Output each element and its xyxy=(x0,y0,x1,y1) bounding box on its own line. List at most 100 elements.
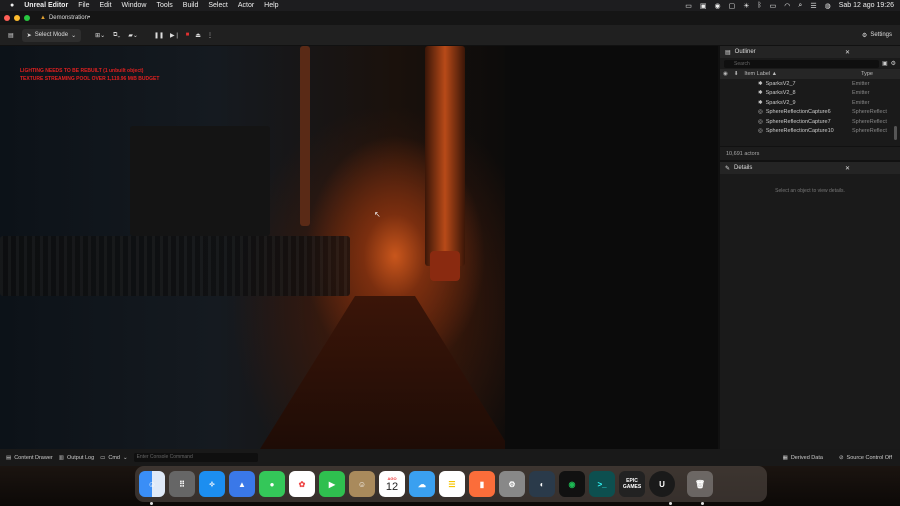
corridor-floor xyxy=(260,296,510,449)
console-command-input[interactable]: Enter Console Command xyxy=(133,453,258,462)
siri-icon[interactable]: ◍ xyxy=(825,2,831,10)
save-icon[interactable]: ▤ xyxy=(8,32,14,39)
close-icon[interactable]: ✕ xyxy=(845,49,850,56)
spotify-icon[interactable]: ◉ xyxy=(559,471,585,497)
outliner-scrollbar[interactable] xyxy=(894,126,897,140)
messages-icon[interactable]: ● xyxy=(259,471,285,497)
calendar-icon[interactable]: AGO 12 xyxy=(379,471,405,497)
menu-select[interactable]: Select xyxy=(208,2,227,9)
row-type: SphereReflect xyxy=(852,128,887,135)
column-type[interactable]: Type xyxy=(861,71,873,77)
outliner-icon: ▤ xyxy=(725,49,731,56)
cmd-dropdown[interactable]: ▭ Cmd ⌄ xyxy=(100,455,127,461)
orange-pipe xyxy=(425,46,465,266)
column-item-label[interactable]: Item Label ▲ xyxy=(744,71,777,77)
select-mode-dropdown[interactable]: ➤ Select Mode ⌄ xyxy=(21,28,82,42)
safari-icon[interactable]: ✧ xyxy=(199,471,225,497)
proxyman-icon[interactable]: ◐ xyxy=(529,471,555,497)
system-settings-icon[interactable]: ⚙ xyxy=(499,471,525,497)
output-log-button[interactable]: ▥ Output Log xyxy=(59,455,94,461)
brightness-icon[interactable]: ☀ xyxy=(743,2,749,10)
close-icon[interactable]: ✕ xyxy=(845,165,850,172)
menu-help[interactable]: Help xyxy=(264,2,278,9)
add-folder-icon[interactable]: ▣ xyxy=(882,60,888,67)
menu-file[interactable]: File xyxy=(78,2,89,9)
outliner-row[interactable]: ✱ SparksV2_9 Emitter xyxy=(720,98,900,108)
more-options-icon[interactable]: ⋮ xyxy=(207,32,213,39)
terminal-app-icon[interactable]: >_ xyxy=(589,471,615,497)
outliner-tab[interactable]: ▤ Outliner ✕ xyxy=(720,46,900,58)
details-panel: ✎ Details ✕ Select an object to view det… xyxy=(720,162,900,449)
menu-tools[interactable]: Tools xyxy=(156,2,172,9)
display-icon[interactable]: ▣ xyxy=(700,2,707,10)
app-menu[interactable]: Unreal Editor xyxy=(24,2,68,9)
row-name: SparksV2_9 xyxy=(765,99,796,106)
epic-games-icon[interactable]: EPIC GAMES xyxy=(619,471,645,497)
visibility-eye-icon[interactable]: ◉ xyxy=(723,71,728,77)
chat-icon[interactable]: ▢ xyxy=(729,2,736,10)
row-type: SphereReflect xyxy=(852,118,887,125)
battery-icon[interactable]: ▭ xyxy=(770,2,777,10)
content-drawer-icon: ▤ xyxy=(6,454,12,461)
pause-icon[interactable]: ❚❚ xyxy=(154,32,164,39)
facetime-icon[interactable]: ▶ xyxy=(319,471,345,497)
testflight-icon[interactable]: ▲ xyxy=(229,471,255,497)
outliner-row[interactable]: ◎ SphereReflectionCapture7 SphereReflect xyxy=(720,117,900,127)
macos-dock: ☺ ⠿ ✧ ▲ ● ✿ ▶ ☺ AGO 12 ☁ ☰ ▮ ⚙ ◐ ◉ >_ EP… xyxy=(135,466,767,502)
blueprint-icon[interactable]: ⧉⌄ xyxy=(113,32,120,39)
finder-icon[interactable]: ☺ xyxy=(139,471,165,497)
step-frame-icon[interactable]: ▶❘ xyxy=(170,32,180,39)
bluetooth-icon[interactable]: ᛒ xyxy=(757,2,761,9)
settings-button[interactable]: ⚙ Settings xyxy=(862,32,892,39)
emitter-icon: ✱ xyxy=(758,80,763,87)
outliner-panel: ▤ Outliner ✕ Search ▣ ⚙ ◉ ⬇ Item Label ▲… xyxy=(720,46,900,160)
row-type: Emitter xyxy=(852,99,870,106)
menu-window[interactable]: Window xyxy=(122,2,147,9)
books-icon[interactable]: ▮ xyxy=(469,471,495,497)
outliner-row[interactable]: ✱ SparksV2_7 Emitter xyxy=(720,79,900,89)
level-tab[interactable]: ▲ Demonstration• xyxy=(40,15,90,21)
menu-edit[interactable]: Edit xyxy=(99,2,111,9)
derived-data-button[interactable]: ▦ Derived Data xyxy=(783,455,823,461)
close-window-button[interactable] xyxy=(4,15,10,21)
level-viewport[interactable]: LIGHTING NEEDS TO BE REBUILT (1 unbuilt … xyxy=(0,46,718,449)
row-type: Emitter xyxy=(852,80,870,87)
trash-icon[interactable]: 🗑 xyxy=(687,471,713,497)
details-empty-message: Select an object to view details. xyxy=(775,188,845,194)
cinematics-icon[interactable]: ▰⌄ xyxy=(128,32,138,39)
settings-gear-icon[interactable]: ⚙ xyxy=(891,60,896,67)
contacts-icon[interactable]: ☺ xyxy=(349,471,375,497)
spotlight-search-icon[interactable]: ⌕ xyxy=(798,2,802,10)
add-actor-icon[interactable]: ⊞⌄ xyxy=(95,32,105,39)
source-control-button[interactable]: ⊘ Source Control Off xyxy=(839,455,892,461)
outliner-row[interactable]: ◎ SphereReflectionCapture6 SphereReflect xyxy=(720,108,900,118)
outliner-title: Outliner xyxy=(734,49,756,55)
outliner-row[interactable]: ✱ SparksV2_8 Emitter xyxy=(720,89,900,99)
camera-icon[interactable]: ◉ xyxy=(714,2,720,10)
wifi-icon[interactable]: ◠ xyxy=(784,2,790,10)
details-title: Details xyxy=(734,165,753,171)
zoom-window-button[interactable] xyxy=(24,15,30,21)
eject-icon[interactable]: ⏏ xyxy=(195,32,201,39)
screen-mirror-icon[interactable]: ▭ xyxy=(685,2,692,10)
lighting-warning: LIGHTING NEEDS TO BE REBUILT (1 unbuilt … xyxy=(20,68,144,74)
minimize-window-button[interactable] xyxy=(14,15,20,21)
control-center-icon[interactable]: ☰ xyxy=(810,2,816,10)
menubar-clock[interactable]: Sab 12 ago 19:26 xyxy=(839,2,894,9)
pin-icon[interactable]: ⬇ xyxy=(734,71,739,77)
stop-icon[interactable]: ■ xyxy=(186,32,190,38)
unreal-engine-icon[interactable]: U xyxy=(649,471,675,497)
outliner-row[interactable]: ◎ SphereReflectionCapture10 SphereReflect xyxy=(720,127,900,137)
row-name: SphereReflectionCapture6 xyxy=(765,109,831,116)
notes-icon[interactable]: ☰ xyxy=(439,471,465,497)
content-drawer-button[interactable]: ▤ Content Drawer xyxy=(6,455,53,461)
weather-icon[interactable]: ☁ xyxy=(409,471,435,497)
details-tab[interactable]: ✎ Details ✕ xyxy=(720,162,900,174)
menu-actor[interactable]: Actor xyxy=(238,2,254,9)
vertical-pipe xyxy=(300,46,310,226)
launchpad-icon[interactable]: ⠿ xyxy=(169,471,195,497)
outliner-search-input[interactable]: Search xyxy=(724,59,879,68)
menu-build[interactable]: Build xyxy=(183,2,199,9)
apple-icon[interactable]: ● xyxy=(10,2,14,9)
photos-icon[interactable]: ✿ xyxy=(289,471,315,497)
